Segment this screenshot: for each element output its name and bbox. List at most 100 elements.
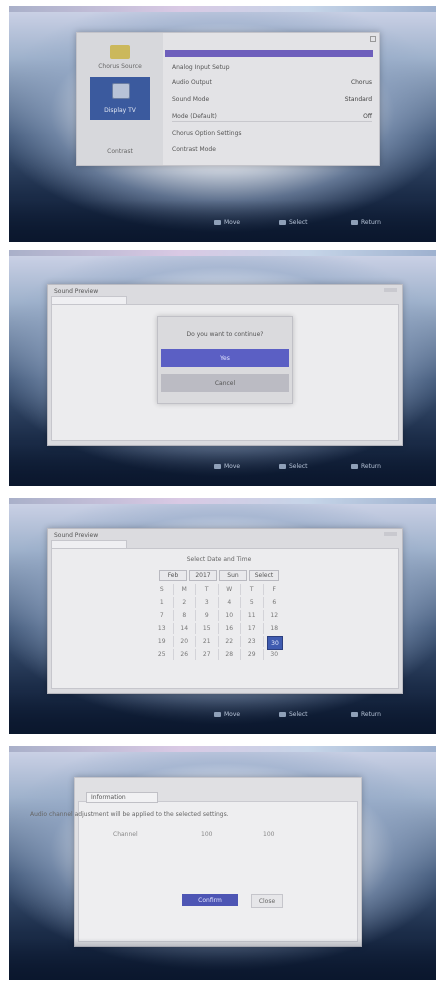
- day-cell[interactable]: 2: [174, 597, 196, 608]
- day-cell[interactable]: 26: [174, 649, 196, 660]
- yes-button[interactable]: Yes: [161, 349, 289, 367]
- return-key-icon: [351, 220, 358, 225]
- day-cell[interactable]: 16: [219, 623, 241, 634]
- day-cell[interactable]: 22: [219, 636, 241, 647]
- monitor-icon: [112, 83, 130, 99]
- move-hint-label: Move: [224, 711, 241, 718]
- year-field[interactable]: 2017: [189, 570, 217, 581]
- channel-value-right: 100: [263, 831, 275, 838]
- remote-hint-bar: Move Select Return: [9, 463, 436, 477]
- row-label: Mode (Default): [172, 113, 217, 120]
- weekday-cell: S: [151, 584, 174, 595]
- return-key-icon: [351, 464, 358, 469]
- arrow-keys-icon: [214, 712, 221, 717]
- day-cell[interactable]: 17: [241, 623, 264, 634]
- close-button[interactable]: Close: [251, 894, 283, 908]
- settings-row[interactable]: Contrast Mode: [172, 145, 372, 154]
- settings-row[interactable]: Chorus Option Settings: [172, 129, 372, 138]
- sidebar-item-display-label: Display TV: [104, 107, 136, 114]
- day-cell[interactable]: 19: [151, 636, 174, 647]
- weekday-cell: T: [241, 584, 264, 595]
- window-title: Sound Preview: [54, 532, 99, 539]
- month-field[interactable]: Feb: [159, 570, 187, 581]
- settings-row[interactable]: Sound Mode Standard: [172, 95, 372, 104]
- info-screen: Information Audio channel adjustment wil…: [9, 746, 436, 980]
- confirm-dialog: Do you want to continue? Yes Cancel: [157, 316, 293, 404]
- day-cell[interactable]: 6: [264, 597, 286, 608]
- arrow-keys-icon: [214, 464, 221, 469]
- settings-row[interactable]: Mode (Default) Off: [172, 112, 372, 122]
- return-key-icon: [351, 712, 358, 717]
- day-cell[interactable]: 13: [151, 623, 174, 634]
- day-field[interactable]: Sun: [219, 570, 247, 581]
- select-hint-label: Select: [289, 711, 308, 718]
- weekday-cell: W: [219, 584, 241, 595]
- day-cell[interactable]: 20: [174, 636, 196, 647]
- weekday-cell: M: [174, 584, 196, 595]
- sidebar-item-contrast[interactable]: Contrast: [77, 148, 163, 155]
- window-controls[interactable]: [384, 288, 397, 292]
- move-hint: Move: [214, 463, 240, 470]
- settings-row[interactable]: Audio Output Chorus: [172, 78, 372, 87]
- row-value: Chorus: [350, 79, 372, 86]
- day-cell[interactable]: 28: [219, 649, 241, 660]
- day-cell[interactable]: 12: [264, 610, 286, 621]
- return-hint-label: Return: [361, 463, 381, 470]
- day-cell[interactable]: 9: [196, 610, 219, 621]
- move-hint: Move: [214, 219, 240, 226]
- day-cell[interactable]: 11: [241, 610, 264, 621]
- day-cell[interactable]: 7: [151, 610, 174, 621]
- day-cell[interactable]: 5: [241, 597, 264, 608]
- cancel-button[interactable]: Cancel: [161, 374, 289, 392]
- sidebar-item-source[interactable]: Chorus Source: [77, 63, 163, 70]
- row-value: Off: [363, 113, 372, 120]
- day-cell[interactable]: 10: [219, 610, 241, 621]
- weekday-cell: F: [272, 586, 276, 593]
- row-label: Chorus Option Settings: [172, 130, 242, 137]
- move-hint: Move: [214, 711, 240, 718]
- day-cell[interactable]: 30: [264, 649, 286, 660]
- day-cell[interactable]: 18: [264, 623, 286, 634]
- calendar-week: 1 2 3 4 5 6: [151, 597, 285, 608]
- window-controls[interactable]: [384, 532, 397, 536]
- confirm-button[interactable]: Confirm: [182, 894, 238, 906]
- return-hint-label: Return: [361, 219, 381, 226]
- sidebar-item-display[interactable]: Display TV: [90, 77, 150, 120]
- day-cell[interactable]: 21: [196, 636, 219, 647]
- day-cell[interactable]: 4: [219, 597, 241, 608]
- day-cell[interactable]: 29: [241, 649, 264, 660]
- select-hint: Select: [279, 463, 308, 470]
- arrow-keys-icon: [214, 220, 221, 225]
- settings-sidebar: Chorus Source Display TV Contrast: [77, 33, 163, 165]
- day-cell[interactable]: 8: [174, 610, 196, 621]
- day-cell[interactable]: 27: [196, 649, 219, 660]
- row-value: Standard: [344, 96, 372, 103]
- info-message: Audio channel adjustment will be applied…: [30, 811, 229, 818]
- info-tab[interactable]: Information: [86, 792, 158, 803]
- return-hint: Return: [351, 711, 381, 718]
- select-hint: Select: [279, 219, 308, 226]
- select-field[interactable]: Select: [249, 570, 279, 581]
- row-label: Analog Input Setup: [172, 64, 230, 71]
- day-cell[interactable]: 15: [196, 623, 219, 634]
- select-hint-label: Select: [289, 463, 308, 470]
- settings-row[interactable]: Analog Input Setup: [172, 63, 372, 72]
- settings-dialog: Chorus Source Display TV Contrast Analog…: [76, 32, 380, 166]
- calendar-week: 19 20 21 22 23 24: [151, 636, 285, 647]
- return-hint: Return: [351, 219, 381, 226]
- channel-label: Channel: [113, 831, 138, 838]
- selected-day-cell[interactable]: 30: [267, 636, 283, 650]
- day-cell[interactable]: 3: [196, 597, 219, 608]
- day-cell[interactable]: 14: [174, 623, 196, 634]
- day-cell[interactable]: 23: [241, 636, 264, 647]
- day-cell[interactable]: 25: [151, 649, 174, 660]
- channel-value-left: 100: [201, 831, 213, 838]
- calendar-header: Select Date and Time: [186, 556, 252, 563]
- day-cell[interactable]: 1: [151, 597, 174, 608]
- move-hint-label: Move: [224, 219, 241, 226]
- info-window: Information: [74, 777, 362, 947]
- settings-title-bar: [165, 50, 373, 57]
- remote-hint-bar: Move Select Return: [9, 711, 436, 725]
- calendar-screen: Sound Preview Select Date and Time Feb 2…: [9, 498, 436, 734]
- settings-screen: Chorus Source Display TV Contrast Analog…: [9, 6, 436, 242]
